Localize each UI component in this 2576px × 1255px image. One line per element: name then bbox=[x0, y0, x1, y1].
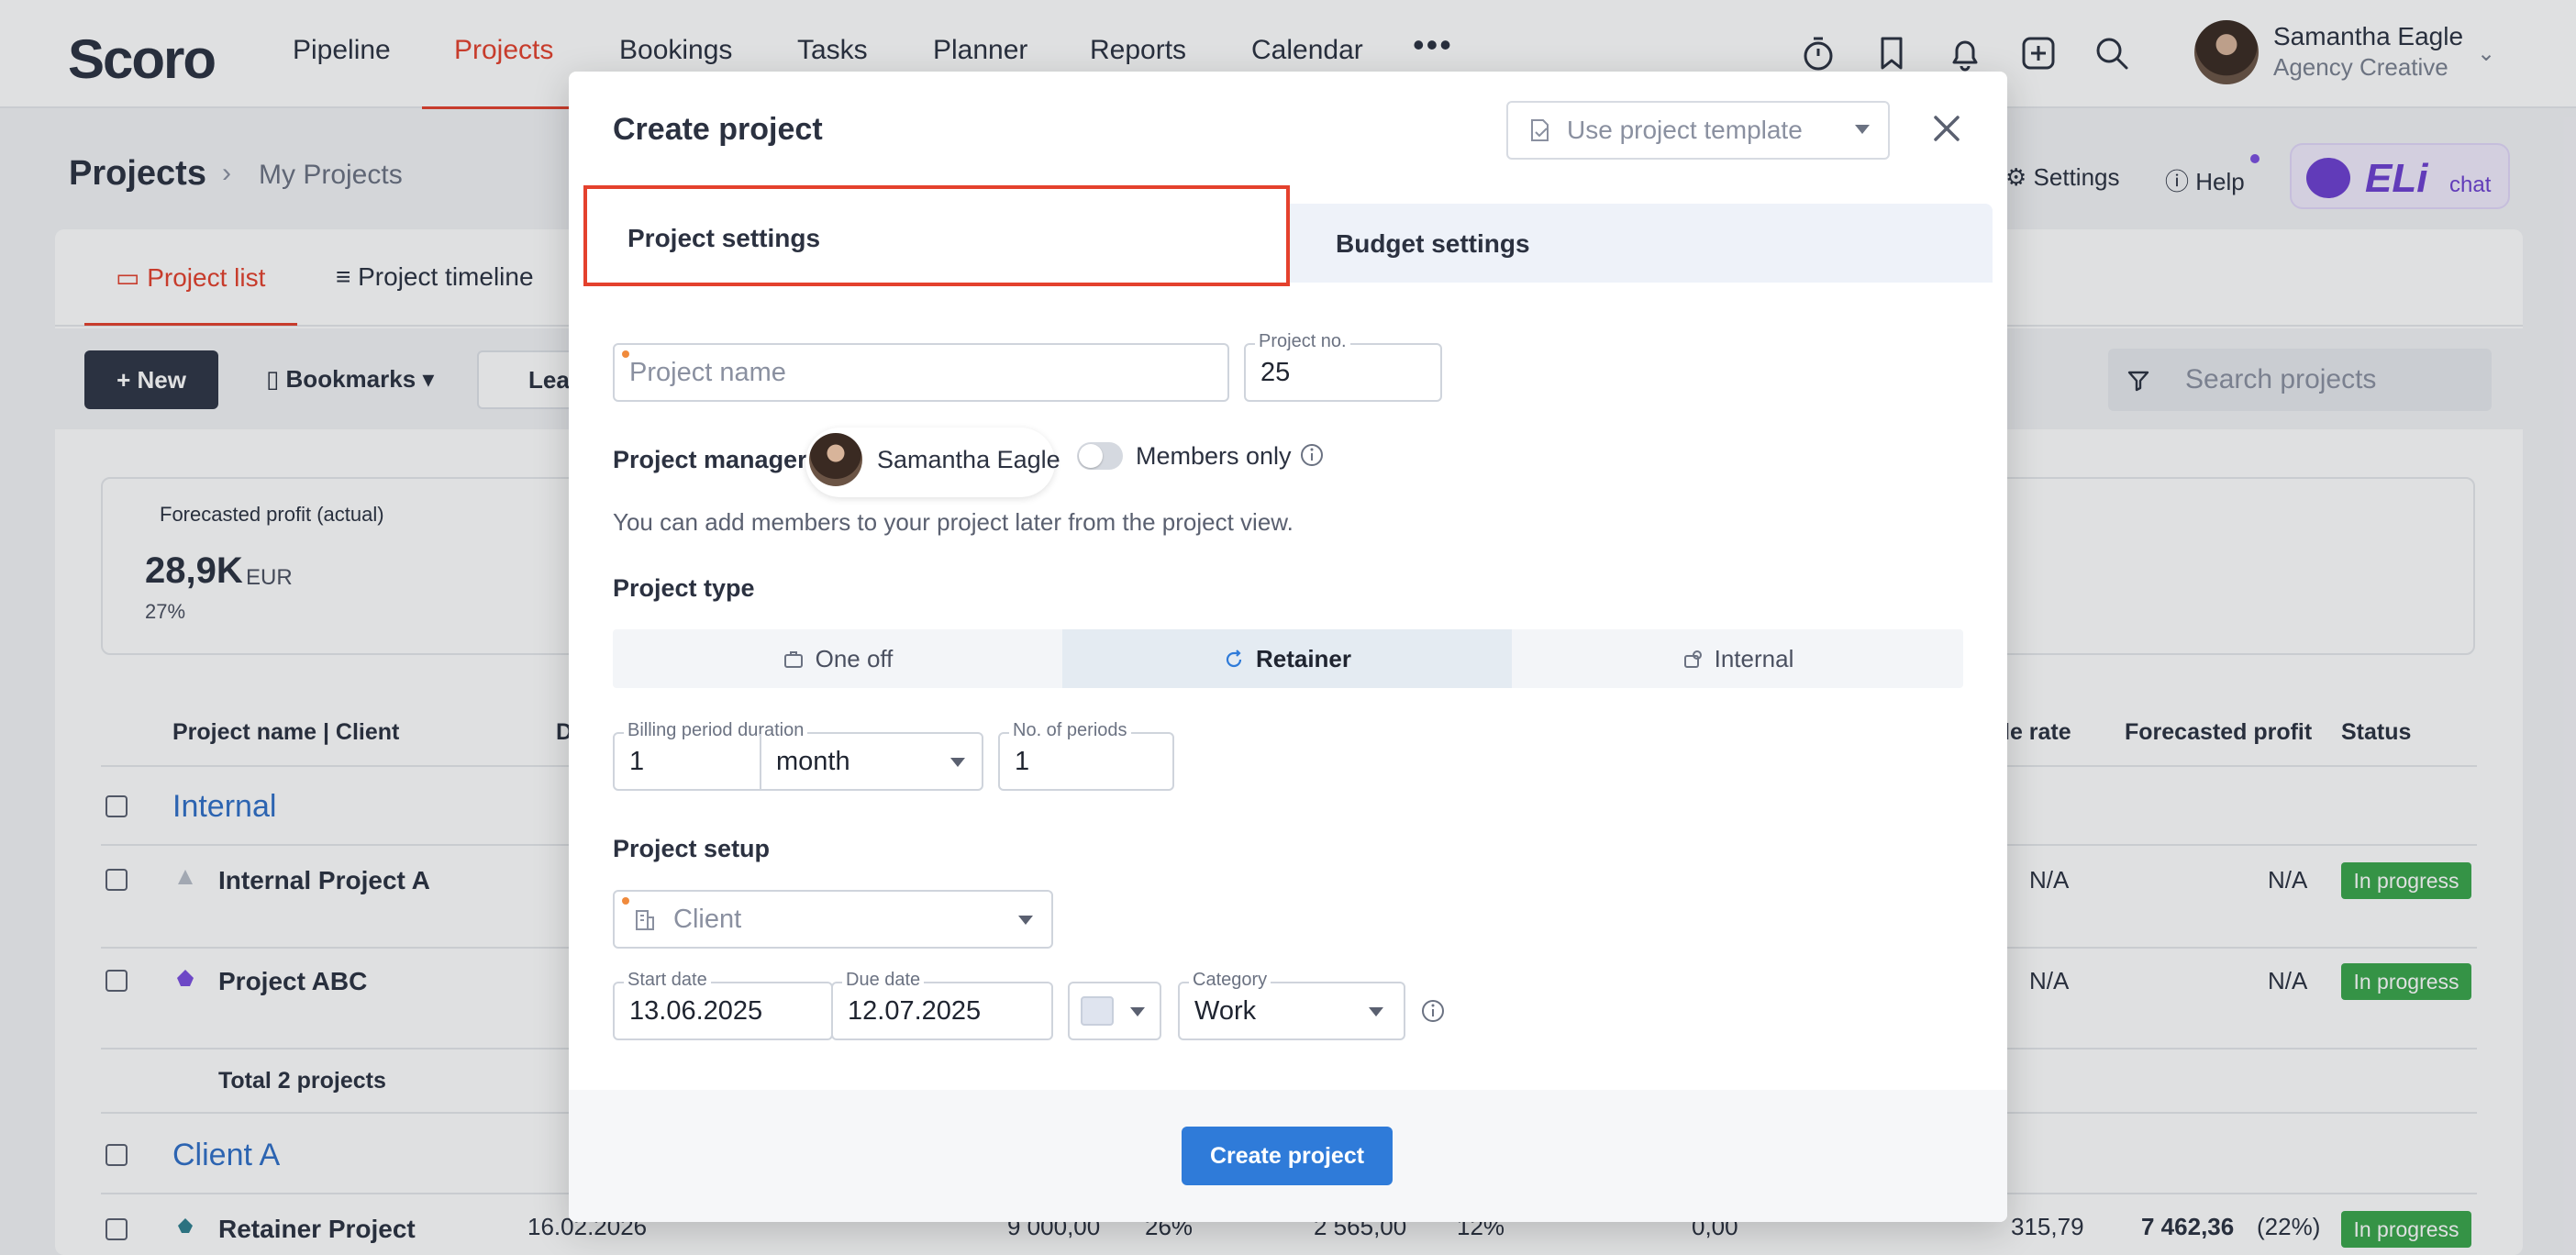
project-type-internal[interactable]: Internal bbox=[1512, 629, 1963, 688]
project-type-one-off[interactable]: One off bbox=[613, 629, 1062, 688]
project-manager-name: Samantha Eagle bbox=[877, 446, 1060, 473]
members-hint: You can add members to your project late… bbox=[613, 508, 1294, 536]
caret-down-icon bbox=[950, 758, 965, 767]
color-picker[interactable] bbox=[1068, 982, 1161, 1040]
members-only-toggle[interactable] bbox=[1077, 442, 1123, 470]
required-indicator bbox=[622, 897, 629, 905]
info-icon[interactable] bbox=[1420, 998, 1446, 1024]
building-icon bbox=[636, 910, 654, 930]
billing-period-field[interactable]: Billing period duration 1 month bbox=[613, 721, 983, 791]
tab-budget-settings[interactable]: Budget settings bbox=[1336, 229, 1530, 259]
caret-down-icon bbox=[1855, 125, 1870, 134]
project-number-value: 25 bbox=[1260, 358, 1291, 387]
start-date-value: 13.06.2025 bbox=[629, 996, 763, 1026]
project-template-select[interactable]: Use project template bbox=[1506, 101, 1890, 160]
project-setup-label: Project setup bbox=[613, 835, 771, 862]
due-date-input[interactable]: Due date 12.07.2025 bbox=[831, 971, 1053, 1040]
periods-input[interactable]: No. of periods 1 bbox=[998, 721, 1174, 791]
project-name-placeholder: Project name bbox=[629, 358, 786, 387]
template-icon bbox=[1531, 119, 1549, 141]
project-type-retainer[interactable]: Retainer bbox=[1062, 629, 1512, 688]
modal-title: Create project bbox=[613, 112, 823, 147]
template-placeholder: Use project template bbox=[1567, 116, 1803, 144]
periods-value: 1 bbox=[1015, 747, 1030, 776]
members-only-label: Members only bbox=[1136, 442, 1292, 470]
internal-icon bbox=[1683, 650, 1702, 668]
category-value: Work bbox=[1194, 996, 1257, 1026]
billing-period-value[interactable]: 1 bbox=[629, 734, 644, 789]
caret-down-icon bbox=[1018, 916, 1033, 925]
caret-down-icon bbox=[1130, 1007, 1145, 1016]
color-swatch bbox=[1081, 996, 1114, 1026]
close-icon[interactable] bbox=[1926, 108, 1967, 149]
refresh-icon bbox=[1226, 650, 1242, 668]
category-select[interactable]: Category Work bbox=[1178, 971, 1405, 1040]
create-project-modal: Create project Use project template Proj… bbox=[569, 72, 2007, 1222]
client-placeholder: Client bbox=[673, 905, 742, 934]
billing-period-unit-select[interactable]: month bbox=[776, 734, 850, 789]
caret-down-icon bbox=[1369, 1007, 1383, 1016]
briefcase-icon bbox=[783, 651, 803, 668]
project-number-input[interactable]: Project no. 25 bbox=[1244, 332, 1442, 402]
client-select[interactable]: Client bbox=[613, 890, 1053, 949]
required-indicator bbox=[622, 350, 629, 358]
tab-project-settings-label[interactable]: Project settings bbox=[627, 224, 820, 253]
start-date-input[interactable]: Start date 13.06.2025 bbox=[613, 971, 833, 1040]
avatar bbox=[809, 433, 862, 486]
project-manager-label: Project manager bbox=[613, 446, 807, 473]
project-type-label: Project type bbox=[613, 574, 755, 602]
project-name-input[interactable]: Project name bbox=[613, 343, 1229, 402]
create-project-button[interactable]: Create project bbox=[1182, 1127, 1393, 1185]
info-icon[interactable] bbox=[1299, 442, 1325, 468]
due-date-value: 12.07.2025 bbox=[848, 996, 982, 1026]
divider bbox=[760, 734, 761, 789]
